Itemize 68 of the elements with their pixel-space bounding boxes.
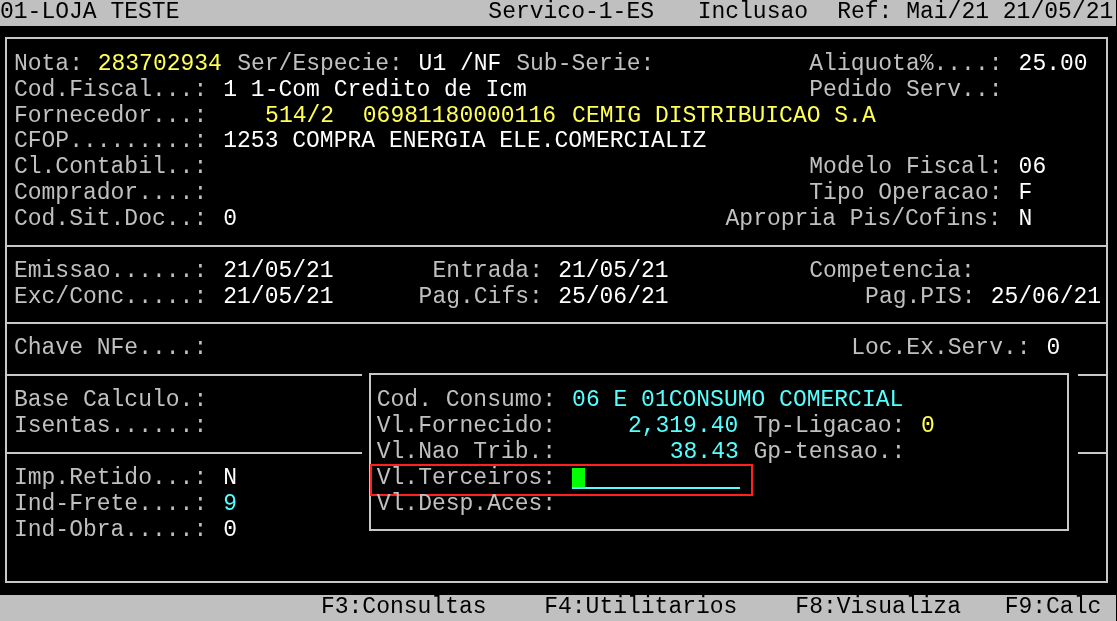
field-value: N [1018,207,1033,233]
field-label: Emissao......: [13,258,209,285]
function-key[interactable]: F8:Visualiza [795,595,963,621]
field-value: 06981180000116 [362,103,557,130]
field-label: Sub-Serie: [516,51,656,78]
field-label: Ser/Especie: [237,51,404,78]
field-label: Gp-tensao.: [753,439,907,466]
function-key[interactable]: F3:Consultas [320,595,489,621]
field-label: Exc/Conc.....: [13,284,209,311]
field-label: Pag.Cifs: [418,284,544,311]
field-label: Loc.Ex.Serv.: [851,336,1032,363]
mode-label: Inclusao [697,0,810,26]
field-label: Vl.Fornecido: [376,414,558,440]
field-value: 06 E 01CONSUMO COMERCIAL [572,388,905,414]
field-value: 514/2 [265,103,335,130]
field-value: 21/05/21 [223,258,335,285]
field-value: 2,319.40 [627,414,740,440]
field-label: Tipo Operacao: [809,181,1004,207]
field-label: Base Calculo.: [13,388,209,414]
function-key[interactable]: F9:Calc [1004,595,1103,621]
screen-name: Servico-1-ES [488,0,655,26]
field-label: Apropria Pis/Cofins: [725,207,1003,233]
field-label: CFOP.........: [13,129,209,155]
field-value: 21/05/21 [223,284,335,311]
field-value: U1 /NF [418,51,503,78]
field-value: CEMIG DISTRIBUICAO S.A [572,103,877,130]
field-value: 0 [920,414,935,440]
field-label: Pag.PIS: [865,284,977,311]
function-key[interactable]: F4:Utilitarios [544,595,740,621]
field-value: 0 [223,207,238,233]
field-label: Competencia: [809,258,976,285]
field-value: 0 [223,517,238,544]
field-label: Ind-Obra.....: [13,517,209,544]
field-value: 21/05/21 [558,258,670,285]
field-value: 25/06/21 [558,284,670,311]
field-value: 1253 COMPRA ENERGIA ELE.COMERCIALIZ [223,129,708,156]
field-value: N [223,465,238,492]
field-label: Entrada: [432,258,544,285]
field-value: 283702934 [97,51,223,78]
reference-date: Ref: Mai/21 21/05/21 [837,0,1115,26]
field-label: Vl.Nao Trib.: [376,439,558,466]
field-label: Chave NFe....: [13,336,209,363]
field-label: Tp-Ligacao: [753,414,907,440]
field-value: 38.43 [669,439,740,466]
field-label: Modelo Fiscal: [809,155,1004,181]
field-label: Imp.Retido...: [13,465,209,492]
field-label: Aliquota%....: [809,51,1004,78]
input-field[interactable] [572,467,740,489]
field-label: Cl.Contabil..: [13,155,209,181]
field-label: Ind-Frete....: [13,491,209,518]
field-value: 25.00 [1018,51,1089,78]
store-name: 01-LOJA TESTE [0,0,181,26]
field-label: Nota: [13,51,84,78]
field-value: 25/06/21 [990,284,1103,311]
field-label: Fornecedor...: [13,103,209,130]
field-value: 1 1-Com Credito de Icm [223,77,528,104]
field-value: 0 [1046,336,1061,363]
field-value: 9 [223,491,238,518]
field-label: Comprador....: [13,181,209,207]
field-label: Cod.Sit.Doc..: [13,207,209,233]
field-label: Cod.Fiscal...: [13,77,209,104]
field-label: Vl.Terceiros: [376,465,558,492]
field-label: Cod. Consumo: [376,388,558,414]
field-label: Pedido Serv..: [809,77,1004,104]
field-label: Isentas......: [13,414,209,440]
field-label: Vl.Desp.Aces: [376,491,558,518]
field-value: F [1018,181,1033,207]
field-value: 06 [1018,155,1047,182]
